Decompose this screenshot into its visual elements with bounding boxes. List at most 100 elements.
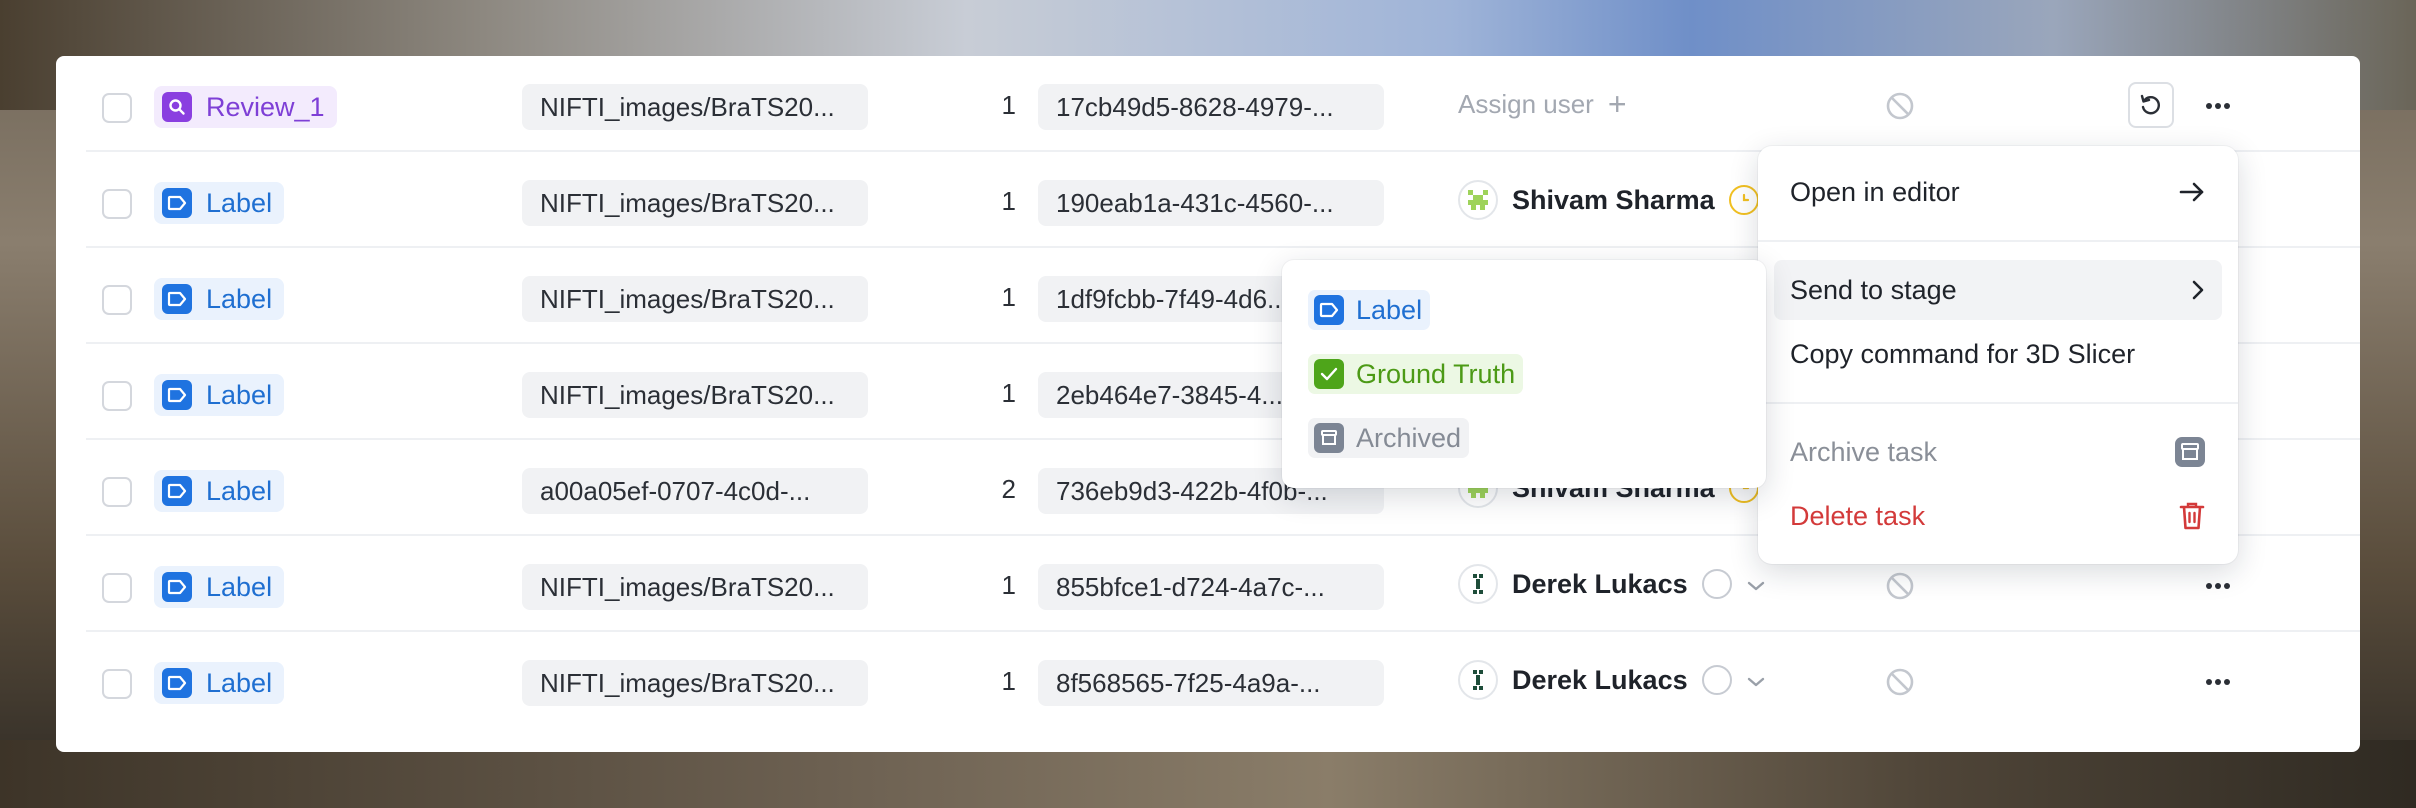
stage-badge: Label <box>154 278 285 320</box>
more-options-button[interactable] <box>2202 570 2234 602</box>
file-name: NIFTI_images/BraTS20... <box>522 276 868 322</box>
stage-name: Label <box>206 283 273 314</box>
blocked-icon <box>1884 570 1916 602</box>
empty-status-icon <box>1701 665 1732 695</box>
check-icon <box>1314 359 1344 389</box>
chevron-down-icon[interactable] <box>1746 569 1766 600</box>
row-checkbox[interactable] <box>102 189 132 219</box>
item-count: 2 <box>1001 474 1016 504</box>
assignee-name: Derek Lukacs <box>1512 664 1688 695</box>
more-options-button[interactable] <box>2202 666 2234 698</box>
ellipsis-icon <box>2206 103 2230 109</box>
stage-name: Label <box>206 187 273 218</box>
assignee-name: Derek Lukacs <box>1512 568 1688 599</box>
submenu-item-archived[interactable]: Archived <box>1308 418 1470 458</box>
tag-icon <box>162 572 192 602</box>
assignee[interactable]: Derek Lukacs <box>1458 564 1766 604</box>
stage-name: Label <box>206 667 273 698</box>
task-id: 17cb49d5-8628-4979-... <box>1038 84 1384 130</box>
tag-icon <box>162 380 192 410</box>
stage-name: Review_1 <box>206 91 325 122</box>
tag-icon <box>162 284 192 314</box>
row-checkbox[interactable] <box>102 93 132 123</box>
tag-icon <box>1314 295 1344 325</box>
stage-name: Label <box>206 571 273 602</box>
stage-name: Label <box>206 379 273 410</box>
task-context-menu: Open in editor Send to stage Copy comman… <box>1758 146 2238 564</box>
file-name: NIFTI_images/BraTS20... <box>522 660 868 706</box>
submenu-item-ground-truth[interactable]: Ground Truth <box>1308 354 1524 394</box>
menu-item-label: Archive task <box>1790 436 1938 467</box>
submenu-item-label[interactable]: Label <box>1308 290 1431 330</box>
submenu-item-text: Archived <box>1356 422 1462 453</box>
item-count: 1 <box>1001 282 1016 312</box>
table-row[interactable]: Review_1 NIFTI_images/BraTS20... 1 17cb4… <box>86 56 2360 152</box>
search-icon <box>162 92 192 122</box>
send-to-stage-item[interactable]: Send to stage <box>1774 260 2222 320</box>
more-options-button[interactable] <box>2202 90 2234 122</box>
chevron-right-icon <box>2190 278 2206 302</box>
arrow-right-icon <box>2178 180 2206 204</box>
item-count: 1 <box>1001 90 1016 120</box>
copy-command-item[interactable]: Copy command for 3D Slicer <box>1774 324 2222 384</box>
menu-item-label: Open in editor <box>1790 176 1960 207</box>
stage-name: Label <box>206 475 273 506</box>
task-id: 8f568565-7f25-4a9a-... <box>1038 660 1384 706</box>
tag-icon <box>162 476 192 506</box>
menu-divider <box>1758 240 2238 242</box>
archive-icon <box>2174 436 2206 468</box>
file-name: NIFTI_images/BraTS20... <box>522 564 868 610</box>
undo-icon <box>2140 94 2160 115</box>
avatar <box>1458 564 1498 604</box>
row-checkbox[interactable] <box>102 669 132 699</box>
ellipsis-icon <box>2206 583 2230 589</box>
archive-task-item[interactable]: Archive task <box>1774 422 2222 482</box>
file-name: NIFTI_images/BraTS20... <box>522 180 868 226</box>
tag-icon <box>162 188 192 218</box>
plus-icon: + <box>1607 86 1627 122</box>
blocked-icon <box>1884 90 1916 122</box>
row-checkbox[interactable] <box>102 477 132 507</box>
empty-status-icon <box>1701 569 1732 599</box>
table-row[interactable]: Label NIFTI_images/BraTS20... 1 8f568565… <box>86 632 2360 728</box>
avatar <box>1458 660 1498 700</box>
file-name: a00a05ef-0707-4c0d-... <box>522 468 868 514</box>
task-id: 190eab1a-431c-4560-... <box>1038 180 1384 226</box>
blocked-icon <box>1884 666 1916 698</box>
trash-icon <box>2178 500 2206 532</box>
stage-badge: Label <box>154 374 285 416</box>
assignee[interactable]: Derek Lukacs <box>1458 660 1766 700</box>
menu-item-label: Delete task <box>1790 500 1926 531</box>
stage-badge: Label <box>154 662 285 704</box>
open-in-editor-item[interactable]: Open in editor <box>1774 162 2222 222</box>
submenu-item-text: Ground Truth <box>1356 358 1516 389</box>
item-count: 1 <box>1001 378 1016 408</box>
assign-user-button[interactable]: Assign user + <box>1458 88 1627 120</box>
row-checkbox[interactable] <box>102 285 132 315</box>
archive-icon <box>1314 423 1344 453</box>
item-count: 1 <box>1001 666 1016 696</box>
menu-item-label: Copy command for 3D Slicer <box>1790 338 2136 369</box>
row-checkbox[interactable] <box>102 381 132 411</box>
stage-submenu: Label Ground Truth Archived <box>1282 260 1766 488</box>
chevron-down-icon[interactable] <box>1746 665 1766 696</box>
undo-button[interactable] <box>2128 82 2174 128</box>
file-name: NIFTI_images/BraTS20... <box>522 84 868 130</box>
task-id: 855bfce1-d724-4a7c-... <box>1038 564 1384 610</box>
stage-badge: Review_1 <box>154 86 337 128</box>
stage-badge: Label <box>154 566 285 608</box>
menu-item-label: Send to stage <box>1790 274 1957 305</box>
assignee-name: Shivam Sharma <box>1512 184 1715 215</box>
stage-badge: Label <box>154 182 285 224</box>
file-name: NIFTI_images/BraTS20... <box>522 372 868 418</box>
row-checkbox[interactable] <box>102 573 132 603</box>
delete-task-item[interactable]: Delete task <box>1774 486 2222 546</box>
pending-status-icon <box>1728 185 1759 215</box>
assignee[interactable]: Shivam Sharma <box>1458 180 1759 220</box>
item-count: 1 <box>1001 186 1016 216</box>
submenu-item-text: Label <box>1356 294 1423 325</box>
assign-user-label: Assign user <box>1458 88 1594 119</box>
tag-icon <box>162 668 192 698</box>
ellipsis-icon <box>2206 679 2230 685</box>
avatar <box>1458 180 1498 220</box>
